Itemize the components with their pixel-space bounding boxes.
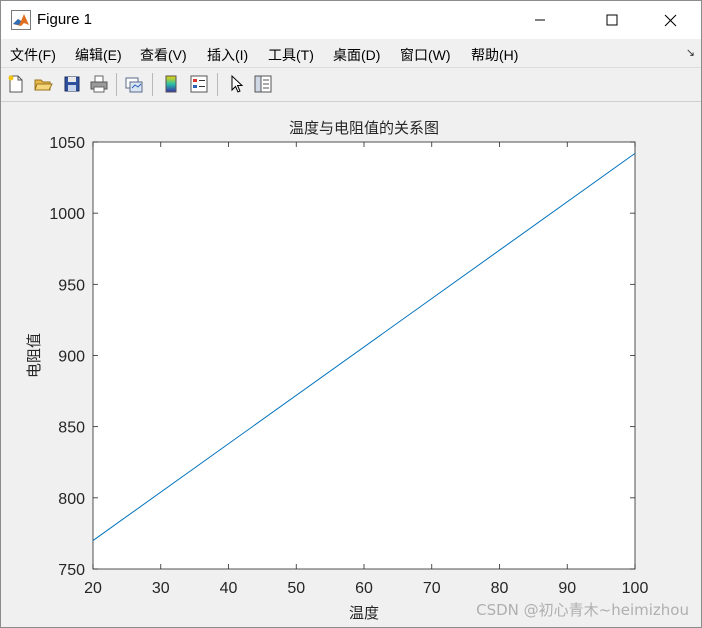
window-title: Figure 1 [37, 11, 93, 28]
y-tick-label: 1050 [49, 135, 85, 152]
legend-icon[interactable] [189, 74, 209, 94]
minimize-button[interactable] [517, 1, 563, 39]
x-tick-label: 50 [287, 580, 305, 597]
line-chart[interactable]: 20 30 40 50 60 70 80 90 100 750 800 850 900 950 1000 10… [1, 102, 701, 627]
x-tick-label: 40 [220, 580, 238, 597]
x-tick-label: 20 [84, 580, 102, 597]
y-tick-label: 800 [58, 491, 85, 508]
y-tick-label: 850 [58, 420, 85, 437]
menu-view[interactable]: 查看(V) [140, 45, 187, 65]
new-figure-icon[interactable] [6, 74, 26, 94]
menu-insert[interactable]: 插入(I) [207, 45, 248, 65]
menu-tools[interactable]: 工具(T) [268, 45, 314, 65]
axes-background[interactable] [92, 141, 636, 570]
maximize-button[interactable] [589, 1, 635, 39]
y-tick-label: 1000 [49, 206, 85, 223]
y-tick-label: 900 [58, 349, 85, 366]
select-pointer-icon[interactable] [227, 74, 247, 94]
x-tick-label: 100 [622, 580, 649, 597]
print-icon[interactable] [89, 74, 109, 94]
menu-window[interactable]: 窗口(W) [400, 45, 451, 65]
y-axis-label: 电阻值 [25, 333, 43, 378]
maximize-icon [606, 14, 618, 26]
x-tick-label: 90 [558, 580, 576, 597]
minimize-icon [535, 19, 545, 21]
matlab-logo-icon [11, 10, 31, 30]
y-tick-label: 950 [58, 277, 85, 294]
x-tick-label: 30 [152, 580, 170, 597]
toolbar-separator [116, 73, 117, 96]
link-plot-icon[interactable] [124, 74, 144, 94]
menu-desktop[interactable]: 桌面(D) [333, 45, 380, 65]
x-tick-label: 80 [491, 580, 509, 597]
figure-window: Figure 1 文件(F) 编辑(E) 查看(V) 插入(I) 工具(T) 桌… [0, 0, 702, 628]
property-inspector-icon[interactable] [253, 74, 273, 94]
chart-title: 温度与电阻值的关系图 [289, 119, 439, 137]
toolbar-separator [217, 73, 218, 96]
menu-edit[interactable]: 编辑(E) [75, 45, 122, 65]
open-file-icon[interactable] [33, 74, 53, 94]
dock-arrow-icon[interactable]: ↘ [686, 46, 695, 59]
toolbar [1, 68, 701, 102]
figure-canvas: 20 30 40 50 60 70 80 90 100 750 800 850 900 950 1000 10… [1, 102, 701, 627]
close-icon [664, 14, 676, 26]
menu-bar: 文件(F) 编辑(E) 查看(V) 插入(I) 工具(T) 桌面(D) 窗口(W… [1, 39, 701, 68]
x-tick-label: 70 [423, 580, 441, 597]
x-tick-label: 60 [355, 580, 373, 597]
toolbar-separator [152, 73, 153, 96]
save-icon[interactable] [62, 74, 82, 94]
y-tick-label: 750 [58, 562, 85, 579]
menu-help[interactable]: 帮助(H) [471, 45, 518, 65]
colorbar-icon[interactable] [161, 74, 181, 94]
title-bar: Figure 1 [1, 1, 701, 39]
x-axis-label: 温度 [349, 604, 379, 622]
watermark-text: CSDN @初心青木~heimizhou [476, 601, 689, 619]
close-button[interactable] [647, 1, 693, 39]
menu-file[interactable]: 文件(F) [10, 45, 56, 65]
